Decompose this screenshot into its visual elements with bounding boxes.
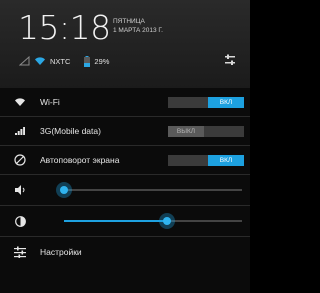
brightness-slider-thumb[interactable] [159, 213, 176, 229]
settings-shortcut-icon[interactable] [223, 53, 237, 72]
mobile-data-toggle[interactable]: ВЫКЛ [168, 126, 244, 137]
notification-header: 15:18 ПЯТНИЦА 1 МАРТА 2013 Г. NXTC 29% [0, 0, 250, 88]
volume-slider-track[interactable] [64, 189, 242, 191]
settings-sliders-icon [13, 245, 27, 259]
autorotate-row[interactable]: Автоповорот экрана ВКЛ [0, 146, 250, 174]
mobile-data-toggle-state: ВЫКЛ [168, 126, 204, 137]
brightness-icon [13, 214, 27, 228]
settings-label: Настройки [40, 247, 82, 257]
volume-row [0, 175, 250, 205]
carrier-name: NXTC [50, 56, 71, 66]
status-bar: NXTC 29% [19, 54, 109, 68]
cell-signal-icon [13, 124, 27, 138]
autorotate-toggle[interactable]: ВКЛ [168, 155, 244, 166]
rotate-icon [13, 153, 27, 167]
wifi-label: Wi-Fi [40, 97, 60, 107]
autorotate-label: Автоповорот экрана [40, 155, 120, 165]
wifi-icon [13, 95, 27, 109]
settings-row[interactable]: Настройки [0, 237, 250, 267]
battery-icon [84, 55, 91, 67]
clock: 15:18 [18, 8, 111, 47]
brightness-row [0, 206, 250, 236]
signal-icon [19, 56, 30, 66]
mobile-data-row[interactable]: 3G(Mobile data) ВЫКЛ [0, 117, 250, 145]
brightness-slider-track[interactable] [64, 220, 242, 222]
wifi-toggle[interactable]: ВКЛ [168, 97, 244, 108]
weekday: ПЯТНИЦА [113, 18, 145, 25]
quick-settings-panel: Wi-Fi ВКЛ 3G(Mobile data) ВЫКЛ Автоповор… [0, 88, 250, 293]
volume-slider-thumb[interactable] [56, 182, 72, 198]
date-block: ПЯТНИЦА 1 МАРТА 2013 Г. [113, 17, 163, 35]
mobile-data-label: 3G(Mobile data) [40, 126, 101, 136]
autorotate-toggle-state: ВКЛ [208, 155, 244, 166]
volume-icon [13, 183, 27, 197]
wifi-row[interactable]: Wi-Fi ВКЛ [0, 88, 250, 116]
wifi-toggle-state: ВКЛ [208, 97, 244, 108]
date: 1 МАРТА 2013 Г. [113, 27, 163, 34]
battery-percent: 29% [94, 56, 110, 66]
wifi-icon [34, 56, 46, 66]
brightness-slider-fill [64, 220, 168, 222]
